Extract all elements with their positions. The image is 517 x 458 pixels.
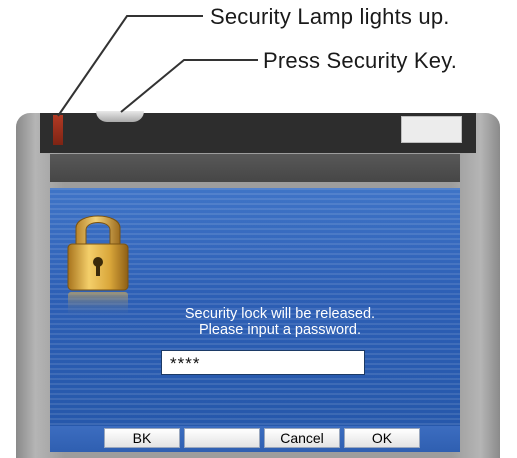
key-leader-line [120, 59, 258, 113]
blank-softkey-button[interactable] [184, 428, 260, 448]
security-key-callout: Press Security Key. [263, 48, 458, 73]
bk-softkey-button[interactable]: BK [104, 428, 180, 448]
device-top-indicator [401, 116, 462, 143]
password-input[interactable]: **** [161, 350, 365, 375]
security-lamp [53, 115, 63, 145]
security-key[interactable] [96, 111, 144, 122]
lamp-leader-line [57, 15, 203, 117]
cancel-softkey-button[interactable]: Cancel [264, 428, 340, 448]
padlock-icon [67, 215, 129, 318]
security-lamp-callout: Security Lamp lights up. [210, 4, 450, 29]
message-line-1: Security lock will be released. [184, 306, 376, 322]
screen-header-bar [50, 154, 460, 182]
ok-softkey-button[interactable]: OK [344, 428, 420, 448]
message-line-2: Please input a password. [198, 322, 361, 338]
